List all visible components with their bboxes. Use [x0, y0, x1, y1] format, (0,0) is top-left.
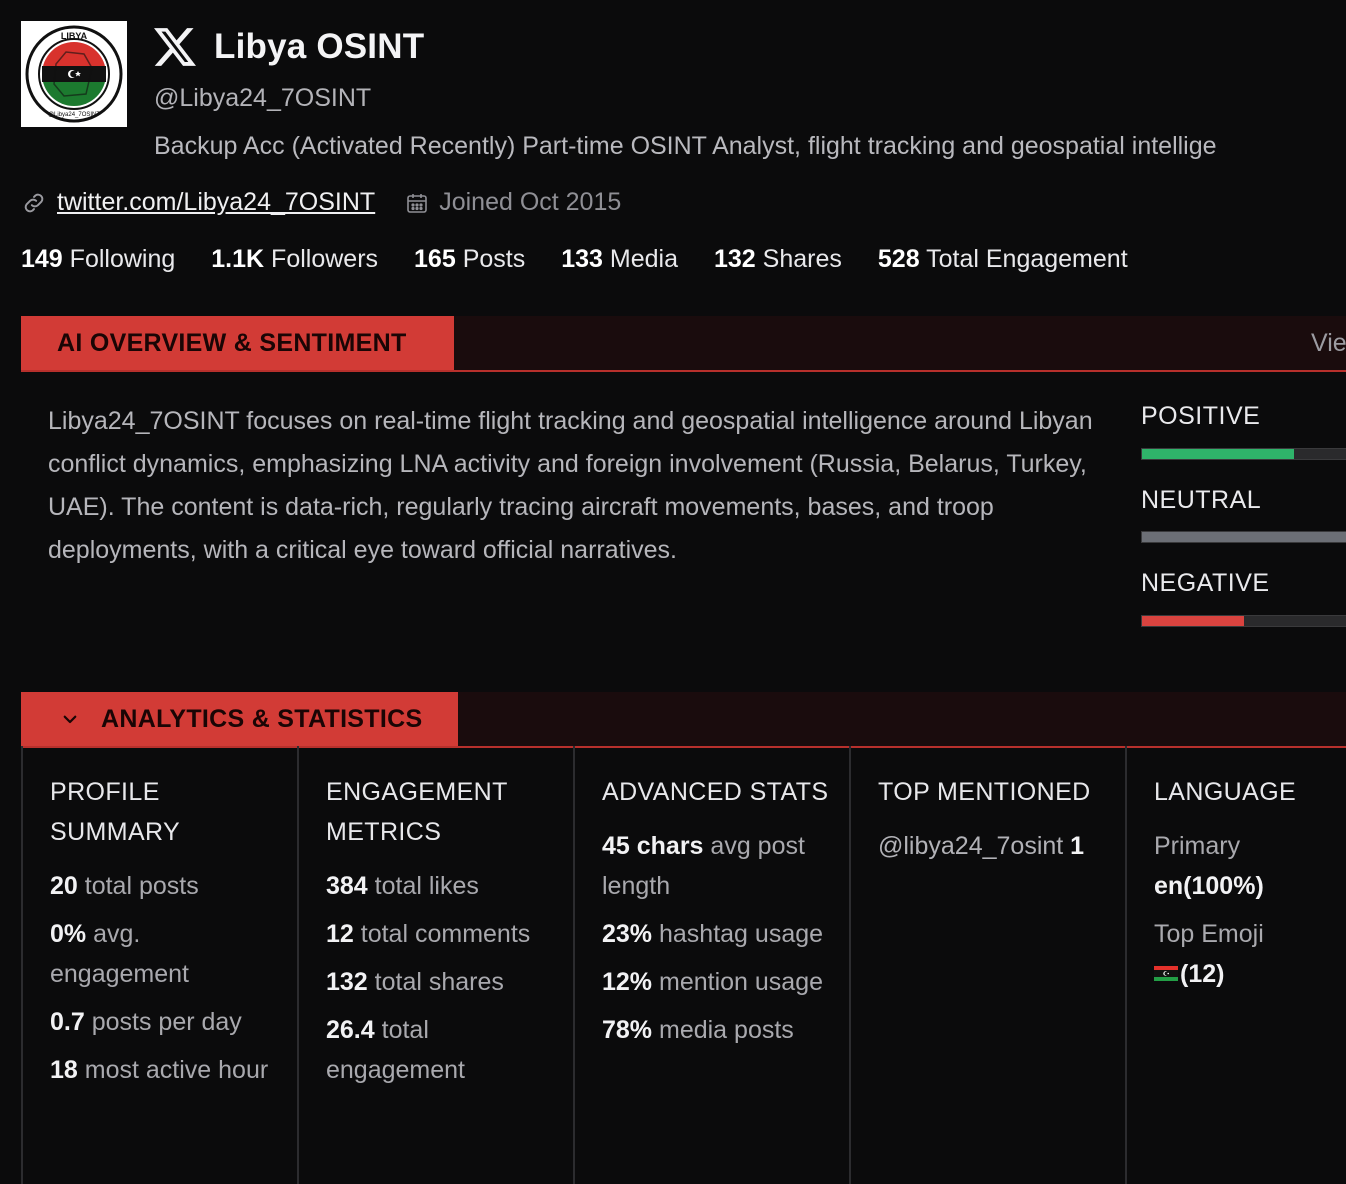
chevron-down-icon[interactable] [61, 710, 79, 728]
metric-media-posts: 78% media posts [602, 1016, 794, 1044]
metric-avg-engagement: 0% avg. engagement [50, 920, 190, 988]
profile-summary-title: PROFILE SUMMARY [50, 778, 181, 846]
svg-text:@Libya24_7OSINT: @Libya24_7OSINT [48, 112, 100, 118]
metric-posts-per-day: 0.7 posts per day [50, 1008, 242, 1036]
analytics-header: ANALYTICS & STATISTICS [21, 692, 1346, 748]
mention-count: 1 [1070, 832, 1085, 860]
x-logo-icon [154, 28, 196, 66]
metric-total-posts: 20 total posts [50, 872, 199, 900]
profile-name: Libya OSINT [214, 27, 425, 66]
sentiment-negative-bar [1141, 615, 1346, 627]
svg-text:LIBYA: LIBYA [61, 31, 88, 41]
mention-handle[interactable]: @libya24_7osint [878, 832, 1063, 860]
metric-hashtag-usage: 23% hashtag usage [602, 920, 824, 948]
top-mentioned-title: TOP MENTIONED [878, 778, 1091, 806]
metric-mention-usage: 12% mention usage [602, 968, 824, 996]
metric-total-comments: 12 total comments [326, 920, 531, 948]
sentiment-positive-fill [1142, 449, 1294, 459]
metric-most-active-hour: 18 most active hour [50, 1056, 269, 1084]
libya-osint-logo-icon: LIBYA @Libya24_7OSINT [25, 25, 123, 123]
top-emoji-label: Top Emoji [1154, 920, 1264, 948]
profile-bio: Backup Acc (Activated Recently) Part-tim… [154, 132, 1217, 160]
stat-media: 133 Media [561, 245, 678, 273]
profile-meta-row: twitter.com/Libya24_7OSINT Joined Oct 20… [21, 188, 621, 217]
ai-overview-header: AI OVERVIEW & SENTIMENT Vie [21, 316, 1346, 372]
sentiment-positive-label: POSITIVE [1141, 402, 1261, 430]
metric-avg-post-length: 45 chars avg post length [602, 832, 805, 900]
sentiment-neutral-fill [1142, 532, 1346, 542]
stat-followers[interactable]: 1.1K Followers [211, 245, 378, 274]
language-title: LANGUAGE [1154, 778, 1297, 806]
metric-total-engagement: 26.4 total engagement [326, 1016, 466, 1084]
stat-posts: 165 Posts [414, 245, 526, 273]
analytics-tab-label: ANALYTICS & STATISTICS [101, 704, 423, 733]
engagement-metrics-column: ENGAGEMENT METRICS 384 total likes 12 to… [297, 746, 573, 1184]
metric-total-likes: 384 total likes [326, 872, 479, 900]
primary-language-value: en(100%) [1154, 872, 1264, 900]
mention-item[interactable]: @libya24_7osint 1 [878, 826, 1108, 866]
stat-shares: 132 Shares [714, 245, 842, 273]
primary-language-label: Primary [1154, 832, 1241, 860]
profile-handle: @Libya24_7OSINT [154, 84, 372, 112]
top-mentioned-column: TOP MENTIONED @libya24_7osint 1 [849, 746, 1125, 1184]
ai-overview-tab[interactable]: AI OVERVIEW & SENTIMENT [21, 316, 454, 370]
language-column: LANGUAGE Primary en(100%) Top Emoji (12) [1125, 746, 1346, 1184]
avatar[interactable]: LIBYA @Libya24_7OSINT [21, 21, 127, 127]
calendar-icon [407, 193, 428, 213]
profile-stats-row: 149 Following 1.1K Followers 165 Posts 1… [21, 245, 1164, 274]
sentiment-neutral-bar [1141, 531, 1346, 543]
view-link[interactable]: Vie [1311, 329, 1346, 358]
engagement-metrics-title: ENGAGEMENT METRICS [326, 778, 508, 846]
sentiment-negative-label: NEGATIVE [1141, 569, 1270, 597]
metric-total-shares: 132 total shares [326, 968, 504, 996]
sentiment-negative-fill [1142, 616, 1244, 626]
advanced-stats-title: ADVANCED STATS [602, 778, 829, 806]
ai-overview-text: Libya24_7OSINT focuses on real-time flig… [48, 407, 1093, 564]
stat-following[interactable]: 149 Following [21, 245, 175, 274]
link-icon [24, 193, 44, 212]
top-emoji-value: (12) [1154, 954, 1346, 994]
sentiment-positive-bar [1141, 448, 1346, 460]
stat-total-engagement: 528 Total Engagement [877, 245, 1128, 273]
advanced-stats-column: ADVANCED STATS 45 chars avg post length … [573, 746, 849, 1184]
analytics-tab[interactable]: ANALYTICS & STATISTICS [21, 692, 459, 746]
joined-date: Joined Oct 2015 [439, 188, 622, 216]
profile-title-row: Libya OSINT [154, 26, 424, 68]
profile-link[interactable]: twitter.com/Libya24_7OSINT [57, 188, 375, 217]
libya-flag-icon [1154, 965, 1178, 981]
sentiment-neutral-label: NEUTRAL [1141, 486, 1262, 514]
profile-summary-column: PROFILE SUMMARY 20 total posts 0% avg. e… [21, 746, 297, 1184]
top-emoji-count: (12) [1180, 960, 1225, 988]
